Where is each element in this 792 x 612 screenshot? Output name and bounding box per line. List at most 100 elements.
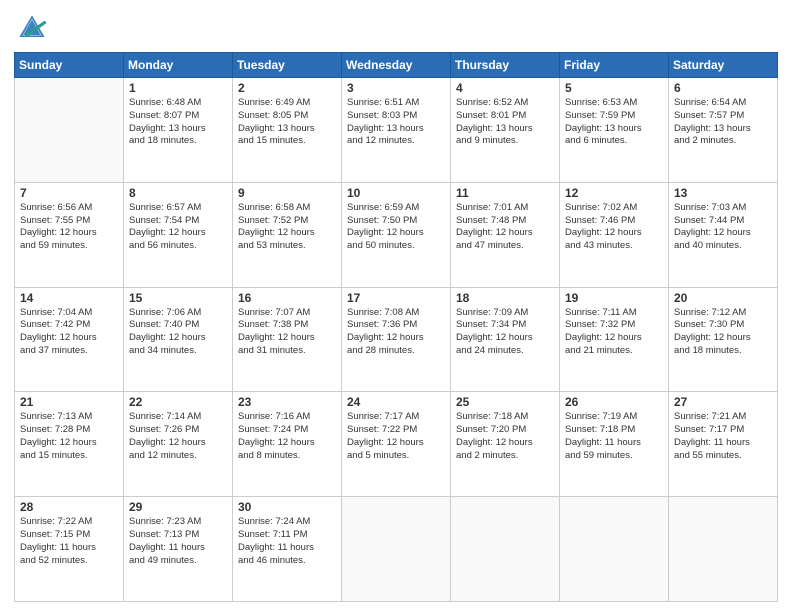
calendar-cell: 15 Sunrise: 7:06 AM Sunset: 7:40 PM Dayli… (124, 287, 233, 392)
calendar-cell: 29Sunrise: 7:23 AM Sunset: 7:13 PM Dayli… (124, 497, 233, 602)
calendar-cell: 24 Sunrise: 7:17 AM Sunset: 7:22 PM Dayli… (342, 392, 451, 497)
cell-info: Sunrise: 6:54 AM Sunset: 7:57 PM Dayligh… (674, 97, 772, 148)
day-number: 18 (456, 291, 554, 305)
cell-info: Sunrise: 7:02 AM Sunset: 7:46 PM Dayligh… (565, 202, 663, 253)
calendar-cell: 14 Sunrise: 7:04 AM Sunset: 7:42 PM Dayli… (15, 287, 124, 392)
calendar-cell: 3 Sunrise: 6:51 AM Sunset: 8:03 PM Daylig… (342, 78, 451, 183)
calendar-cell: 2 Sunrise: 6:49 AM Sunset: 8:05 PM Daylig… (233, 78, 342, 183)
calendar-cell: 8 Sunrise: 6:57 AM Sunset: 7:54 PM Daylig… (124, 182, 233, 287)
day-number: 23 (238, 395, 336, 409)
calendar-week-row: 21 Sunrise: 7:13 AM Sunset: 7:28 PM Dayli… (15, 392, 778, 497)
cell-info: Sunrise: 6:56 AM Sunset: 7:55 PM Dayligh… (20, 202, 118, 253)
calendar-cell: 1 Sunrise: 6:48 AM Sunset: 8:07 PM Daylig… (124, 78, 233, 183)
cell-info: Sunrise: 7:11 AM Sunset: 7:32 PM Dayligh… (565, 307, 663, 358)
day-number: 16 (238, 291, 336, 305)
calendar-cell: 12 Sunrise: 7:02 AM Sunset: 7:46 PM Dayli… (560, 182, 669, 287)
day-number: 14 (20, 291, 118, 305)
day-number: 11 (456, 186, 554, 200)
calendar-cell: 19 Sunrise: 7:11 AM Sunset: 7:32 PM Dayli… (560, 287, 669, 392)
day-number: 26 (565, 395, 663, 409)
day-number: 13 (674, 186, 772, 200)
calendar-table: Sunday Monday Tuesday Wednesday Thursday… (14, 52, 778, 602)
day-number: 20 (674, 291, 772, 305)
day-number: 12 (565, 186, 663, 200)
day-number: 6 (674, 81, 772, 95)
day-number: 21 (20, 395, 118, 409)
calendar-cell: 6 Sunrise: 6:54 AM Sunset: 7:57 PM Daylig… (669, 78, 778, 183)
calendar-cell: 4Sunrise: 6:52 AM Sunset: 8:01 PM Daylig… (451, 78, 560, 183)
col-thursday: Thursday (451, 53, 560, 78)
col-tuesday: Tuesday (233, 53, 342, 78)
day-number: 7 (20, 186, 118, 200)
day-number: 17 (347, 291, 445, 305)
calendar-cell: 21 Sunrise: 7:13 AM Sunset: 7:28 PM Dayli… (15, 392, 124, 497)
cell-info: Sunrise: 6:58 AM Sunset: 7:52 PM Dayligh… (238, 202, 336, 253)
calendar-cell: 23Sunrise: 7:16 AM Sunset: 7:24 PM Dayli… (233, 392, 342, 497)
col-wednesday: Wednesday (342, 53, 451, 78)
cell-info: Sunrise: 7:04 AM Sunset: 7:42 PM Dayligh… (20, 307, 118, 358)
calendar-week-row: 28Sunrise: 7:22 AM Sunset: 7:15 PM Dayli… (15, 497, 778, 602)
calendar-cell: 22 Sunrise: 7:14 AM Sunset: 7:26 PM Dayli… (124, 392, 233, 497)
cell-info: Sunrise: 7:14 AM Sunset: 7:26 PM Dayligh… (129, 411, 227, 462)
cell-info: Sunrise: 6:59 AM Sunset: 7:50 PM Dayligh… (347, 202, 445, 253)
calendar-cell: 10Sunrise: 6:59 AM Sunset: 7:50 PM Dayli… (342, 182, 451, 287)
day-number: 5 (565, 81, 663, 95)
cell-info: Sunrise: 7:13 AM Sunset: 7:28 PM Dayligh… (20, 411, 118, 462)
cell-info: Sunrise: 7:06 AM Sunset: 7:40 PM Dayligh… (129, 307, 227, 358)
cell-info: Sunrise: 6:52 AM Sunset: 8:01 PM Dayligh… (456, 97, 554, 148)
cell-info: Sunrise: 6:49 AM Sunset: 8:05 PM Dayligh… (238, 97, 336, 148)
col-monday: Monday (124, 53, 233, 78)
calendar-week-row: 14 Sunrise: 7:04 AM Sunset: 7:42 PM Dayli… (15, 287, 778, 392)
cell-info: Sunrise: 7:21 AM Sunset: 7:17 PM Dayligh… (674, 411, 772, 462)
day-number: 8 (129, 186, 227, 200)
logo (14, 10, 54, 46)
calendar-cell: 20Sunrise: 7:12 AM Sunset: 7:30 PM Dayli… (669, 287, 778, 392)
day-number: 25 (456, 395, 554, 409)
day-number: 30 (238, 500, 336, 514)
cell-info: Sunrise: 7:01 AM Sunset: 7:48 PM Dayligh… (456, 202, 554, 253)
calendar-cell: 25 Sunrise: 7:18 AM Sunset: 7:20 PM Dayli… (451, 392, 560, 497)
calendar-week-row: 1 Sunrise: 6:48 AM Sunset: 8:07 PM Daylig… (15, 78, 778, 183)
calendar-cell: 26 Sunrise: 7:19 AM Sunset: 7:18 PM Dayli… (560, 392, 669, 497)
cell-info: Sunrise: 6:51 AM Sunset: 8:03 PM Dayligh… (347, 97, 445, 148)
day-number: 27 (674, 395, 772, 409)
cell-info: Sunrise: 7:24 AM Sunset: 7:11 PM Dayligh… (238, 516, 336, 567)
day-number: 3 (347, 81, 445, 95)
day-number: 2 (238, 81, 336, 95)
col-sunday: Sunday (15, 53, 124, 78)
day-number: 9 (238, 186, 336, 200)
col-friday: Friday (560, 53, 669, 78)
cell-info: Sunrise: 7:23 AM Sunset: 7:13 PM Dayligh… (129, 516, 227, 567)
calendar-cell: 11 Sunrise: 7:01 AM Sunset: 7:48 PM Dayli… (451, 182, 560, 287)
calendar-cell (451, 497, 560, 602)
calendar-week-row: 7 Sunrise: 6:56 AM Sunset: 7:55 PM Daylig… (15, 182, 778, 287)
calendar-cell: 9 Sunrise: 6:58 AM Sunset: 7:52 PM Daylig… (233, 182, 342, 287)
calendar-cell: 27 Sunrise: 7:21 AM Sunset: 7:17 PM Dayli… (669, 392, 778, 497)
calendar-header-row: Sunday Monday Tuesday Wednesday Thursday… (15, 53, 778, 78)
calendar-cell (669, 497, 778, 602)
calendar-cell (342, 497, 451, 602)
day-number: 28 (20, 500, 118, 514)
day-number: 15 (129, 291, 227, 305)
page: Sunday Monday Tuesday Wednesday Thursday… (0, 0, 792, 612)
calendar-cell (560, 497, 669, 602)
calendar-cell: 16Sunrise: 7:07 AM Sunset: 7:38 PM Dayli… (233, 287, 342, 392)
cell-info: Sunrise: 6:53 AM Sunset: 7:59 PM Dayligh… (565, 97, 663, 148)
calendar-cell: 28Sunrise: 7:22 AM Sunset: 7:15 PM Dayli… (15, 497, 124, 602)
cell-info: Sunrise: 6:48 AM Sunset: 8:07 PM Dayligh… (129, 97, 227, 148)
day-number: 1 (129, 81, 227, 95)
day-number: 19 (565, 291, 663, 305)
calendar-cell: 30 Sunrise: 7:24 AM Sunset: 7:11 PM Dayli… (233, 497, 342, 602)
day-number: 24 (347, 395, 445, 409)
cell-info: Sunrise: 6:57 AM Sunset: 7:54 PM Dayligh… (129, 202, 227, 253)
calendar-cell (15, 78, 124, 183)
cell-info: Sunrise: 7:03 AM Sunset: 7:44 PM Dayligh… (674, 202, 772, 253)
header (14, 10, 778, 46)
cell-info: Sunrise: 7:19 AM Sunset: 7:18 PM Dayligh… (565, 411, 663, 462)
col-saturday: Saturday (669, 53, 778, 78)
calendar-cell: 13 Sunrise: 7:03 AM Sunset: 7:44 PM Dayli… (669, 182, 778, 287)
cell-info: Sunrise: 7:17 AM Sunset: 7:22 PM Dayligh… (347, 411, 445, 462)
cell-info: Sunrise: 7:18 AM Sunset: 7:20 PM Dayligh… (456, 411, 554, 462)
calendar-cell: 5 Sunrise: 6:53 AM Sunset: 7:59 PM Daylig… (560, 78, 669, 183)
day-number: 22 (129, 395, 227, 409)
